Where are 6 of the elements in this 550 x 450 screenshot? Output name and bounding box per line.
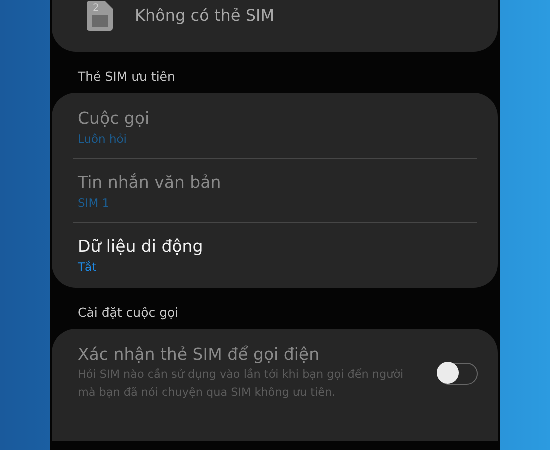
sim-status-label: Không có thẻ SIM [135,6,274,24]
section-header: Thẻ SIM ưu tiên [77,68,176,86]
setting-title: Xác nhận thẻ SIM để gọi điện [78,345,321,364]
section-header: Cài đặt cuộc gọi [77,304,180,322]
sim-card-icon [87,1,113,31]
settings-item[interactable]: Dữ liệu di động Tắt [52,227,498,282]
